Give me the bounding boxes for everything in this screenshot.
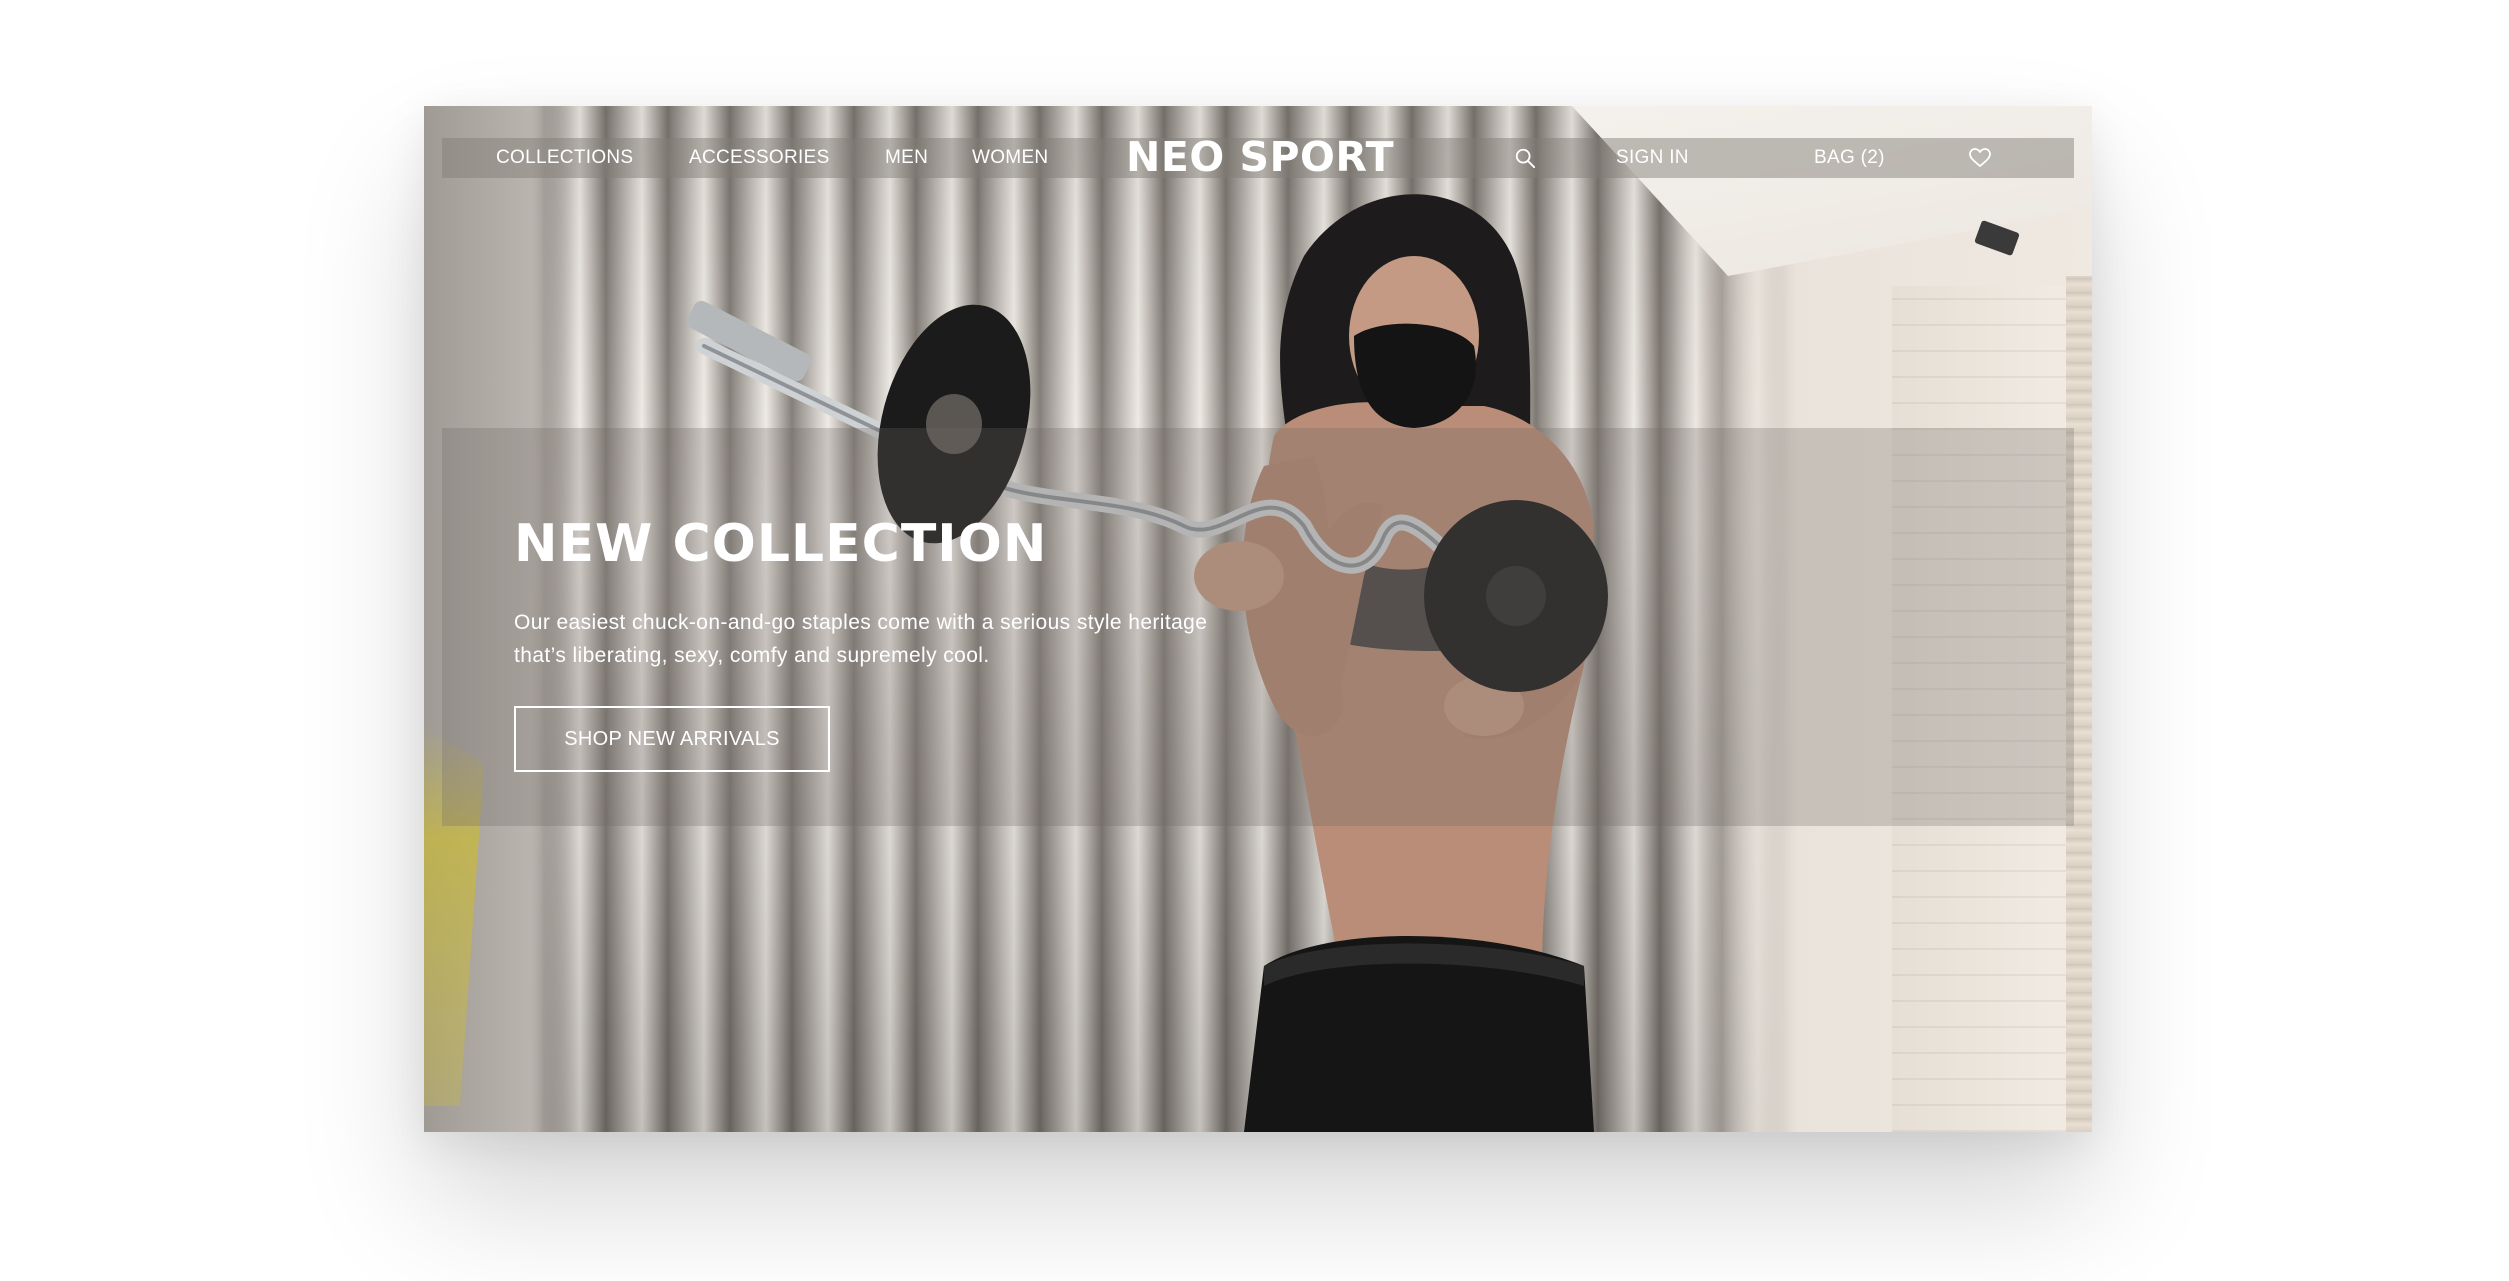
nav-link-collections[interactable]: COLLECTIONS bbox=[496, 147, 633, 169]
hero-title: NEW COLLECTION bbox=[514, 514, 1048, 574]
brand-logo[interactable]: NEO SPORT bbox=[1126, 133, 1394, 181]
page-canvas: COLLECTIONS ACCESSORIES MEN WOMEN NEO SP… bbox=[0, 0, 2509, 1281]
hero-description: Our easiest chuck-on-and-go staples come… bbox=[514, 611, 1208, 667]
top-navigation-bar: COLLECTIONS ACCESSORIES MEN WOMEN NEO SP… bbox=[442, 133, 2074, 181]
nav-link-men[interactable]: MEN bbox=[885, 147, 928, 169]
shop-new-arrivals-button[interactable]: SHOP NEW ARRIVALS bbox=[514, 706, 830, 772]
nav-link-accessories[interactable]: ACCESSORIES bbox=[689, 147, 830, 169]
bag-link[interactable]: BAG (2) bbox=[1814, 147, 1885, 169]
search-icon[interactable] bbox=[1514, 147, 1536, 169]
sign-in-link[interactable]: SIGN IN bbox=[1616, 147, 1689, 169]
nav-link-women[interactable]: WOMEN bbox=[972, 147, 1048, 169]
website-mockup: COLLECTIONS ACCESSORIES MEN WOMEN NEO SP… bbox=[424, 106, 2092, 1132]
heart-icon[interactable] bbox=[1968, 146, 1992, 170]
